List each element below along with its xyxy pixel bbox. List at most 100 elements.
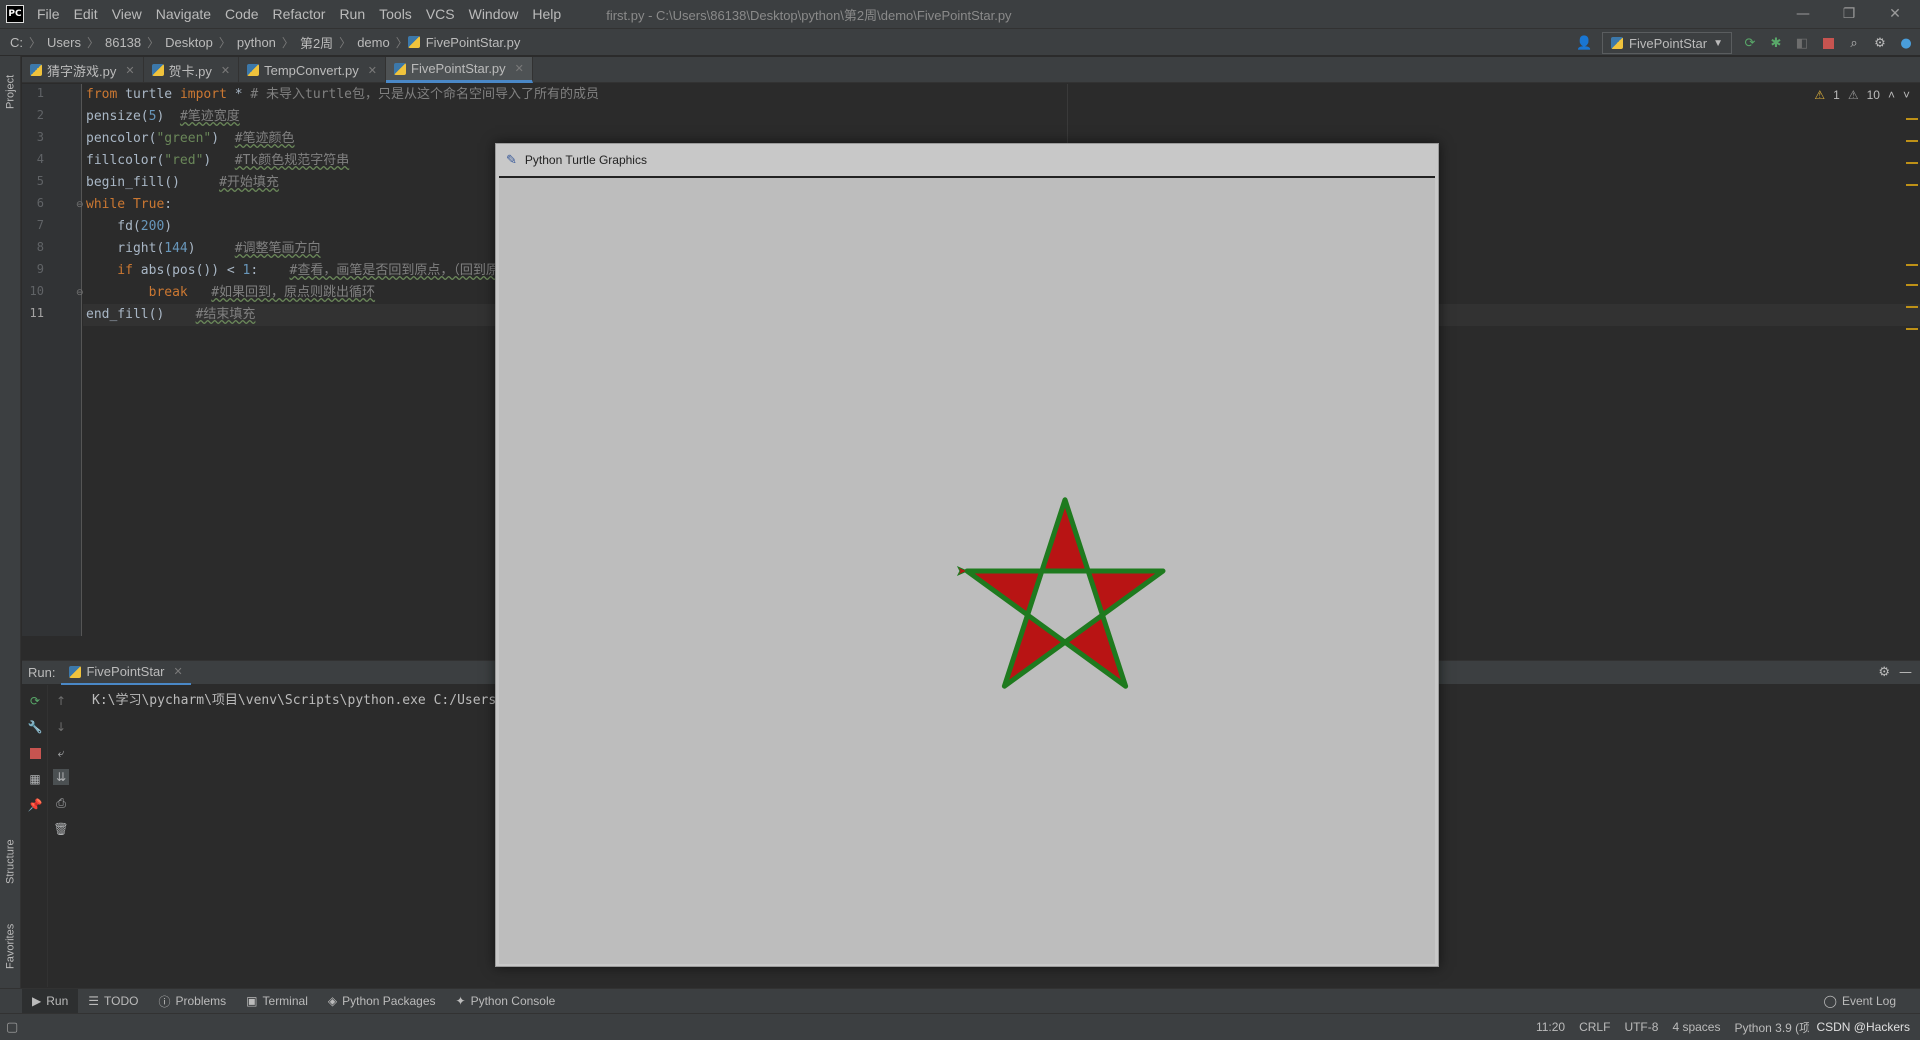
breadcrumb-drive[interactable]: C: [0, 35, 29, 50]
breadcrumb-week2[interactable]: 第2周 [294, 33, 339, 52]
error-stripe-mark[interactable] [1906, 306, 1918, 308]
code-keyword: break [86, 285, 188, 300]
pycharm-logo-icon: PC [6, 5, 24, 23]
breadcrumb-demo[interactable]: demo [351, 35, 396, 50]
tool-event-log[interactable]: ◯ Event Log [1814, 989, 1920, 1014]
error-stripe-mark[interactable] [1906, 264, 1918, 266]
feather-icon: ✎ [506, 152, 517, 167]
scroll-to-end-icon[interactable]: ⇊ [53, 769, 69, 785]
inspection-widget[interactable]: ⚠ 1 ⚠ 10 ˄ ˅ [1814, 88, 1910, 102]
arrow-down-icon[interactable]: ↓ [53, 719, 69, 735]
caret-position[interactable]: 11:20 [1529, 1020, 1572, 1034]
debug-icon[interactable]: ✱ [1768, 35, 1784, 51]
minimize-icon[interactable]: — [1780, 0, 1826, 28]
fold-icon[interactable]: ⊖ [76, 288, 84, 298]
tab-temp-convert[interactable]: TempConvert.py ✕ [239, 57, 386, 83]
gear-icon[interactable]: ⚙ [1872, 35, 1888, 51]
layout-icon[interactable]: ▦ [27, 771, 43, 787]
arrow-up-icon[interactable]: ↑ [53, 693, 69, 709]
stop-icon[interactable] [1820, 35, 1836, 51]
error-stripe-mark[interactable] [1906, 162, 1918, 164]
fold-icon[interactable]: ⊖ [76, 200, 84, 210]
code-comment: # 未导入turtle包，只是从这个命名空间导入了所有的成员 [250, 87, 600, 102]
tool-todo[interactable]: ☰ TODO [78, 989, 148, 1014]
layout-toggle-icon[interactable]: ▢ [6, 1020, 18, 1035]
plugin-icon[interactable]: ● [1898, 35, 1914, 51]
run-panel-label: Run: [28, 665, 56, 680]
tool-python-packages[interactable]: ◈ Python Packages [318, 989, 446, 1014]
close-tab-icon[interactable]: ✕ [221, 64, 230, 77]
line-separator[interactable]: CRLF [1572, 1020, 1617, 1034]
navigation-bar: C: 〉 Users 〉 86138 〉 Desktop 〉 python 〉 … [0, 28, 1920, 56]
run-tab-five-point-star[interactable]: FivePointStar ✕ [61, 661, 191, 685]
error-stripe-mark[interactable] [1906, 118, 1918, 120]
user-icon[interactable]: 👤 [1576, 35, 1592, 51]
tab-five-point-star[interactable]: FivePointStar.py ✕ [386, 57, 533, 83]
code-token: begin_fill() [86, 175, 220, 190]
menu-refactor[interactable]: Refactor [266, 0, 333, 28]
tool-python-console[interactable]: ✦ Python Console [446, 989, 566, 1014]
error-stripe-mark[interactable] [1906, 284, 1918, 286]
breadcrumb-users[interactable]: Users [41, 35, 87, 50]
close-tab-icon[interactable]: ✕ [174, 665, 183, 678]
chevron-down-icon[interactable]: ˅ [1903, 88, 1910, 102]
stop-icon[interactable] [27, 745, 43, 761]
breadcrumb-file[interactable]: FivePointStar.py [420, 35, 527, 50]
breadcrumb-python[interactable]: python [231, 35, 282, 50]
terminal-icon: ▣ [246, 994, 258, 1008]
coverage-icon[interactable]: ◧ [1794, 35, 1810, 51]
run-configuration-select[interactable]: FivePointStar ▼ [1602, 32, 1732, 54]
pin-icon[interactable]: 📌 [27, 797, 43, 813]
menu-help[interactable]: Help [525, 0, 568, 28]
indent-setting[interactable]: 4 spaces [1665, 1020, 1727, 1034]
code-comment: #调整笔画方向 [234, 241, 321, 256]
close-tab-icon[interactable]: ✕ [125, 64, 134, 77]
list-icon: ☰ [88, 994, 100, 1008]
weak-warning-count: 10 [1866, 88, 1880, 102]
file-encoding[interactable]: UTF-8 [1617, 1020, 1665, 1034]
turtle-window-titlebar[interactable]: ✎ Python Turtle Graphics [496, 144, 1438, 176]
close-icon[interactable]: ✕ [1872, 0, 1918, 28]
project-tool-tab[interactable]: Project [0, 62, 21, 122]
rerun-icon[interactable]: ⟳ [27, 693, 43, 709]
wrench-icon[interactable]: 🔧 [27, 719, 43, 735]
turtle-graphics-window: ✎ Python Turtle Graphics [495, 143, 1439, 967]
tool-problems[interactable]: ⓘ Problems [148, 989, 236, 1014]
tab-greeting-card[interactable]: 贺卡.py ✕ [144, 57, 240, 83]
menu-view[interactable]: View [105, 0, 149, 28]
breadcrumb-desktop[interactable]: Desktop [159, 35, 219, 50]
python-interpreter[interactable]: Python 3.9 (项目) [1727, 1019, 1809, 1036]
menu-file[interactable]: File [30, 0, 67, 28]
menu-run[interactable]: Run [332, 0, 372, 28]
error-stripe-mark[interactable] [1906, 184, 1918, 186]
code-token: ) [187, 241, 235, 256]
menu-navigate[interactable]: Navigate [149, 0, 218, 28]
structure-tool-tab[interactable]: Structure [0, 822, 21, 902]
search-icon[interactable]: ⌕ [1846, 35, 1862, 51]
tool-terminal[interactable]: ▣ Terminal [236, 989, 318, 1014]
menu-vcs[interactable]: VCS [419, 0, 462, 28]
python-file-icon [151, 64, 164, 76]
tool-run[interactable]: ▶ Run [22, 988, 79, 1014]
error-stripe-mark[interactable] [1906, 328, 1918, 330]
code-line-4: fillcolor("red") #Tk颜色规范字符串 [86, 150, 349, 172]
chevron-up-icon[interactable]: ˄ [1888, 88, 1895, 102]
breadcrumb-user[interactable]: 86138 [99, 35, 147, 50]
menu-code[interactable]: Code [218, 0, 265, 28]
close-tab-icon[interactable]: ✕ [515, 62, 524, 75]
menu-tools[interactable]: Tools [372, 0, 419, 28]
minimize-panel-icon[interactable]: — [1899, 665, 1912, 680]
gear-icon[interactable]: ⚙ [1878, 665, 1890, 680]
python-file-icon [407, 36, 420, 48]
favorites-tool-tab[interactable]: Favorites [0, 906, 21, 986]
menu-window[interactable]: Window [462, 0, 526, 28]
menu-edit[interactable]: Edit [67, 0, 105, 28]
trash-icon[interactable]: 🗑 [53, 821, 69, 837]
close-tab-icon[interactable]: ✕ [368, 64, 377, 77]
rerun-icon[interactable]: ⟳ [1742, 35, 1758, 51]
error-stripe-mark[interactable] [1906, 140, 1918, 142]
restore-icon[interactable]: ❐ [1826, 0, 1872, 28]
soft-wrap-icon[interactable]: ⤶ [53, 745, 69, 761]
tab-guess-game[interactable]: 猜字游戏.py ✕ [22, 57, 144, 83]
print-icon[interactable]: ⎙ [53, 795, 69, 811]
